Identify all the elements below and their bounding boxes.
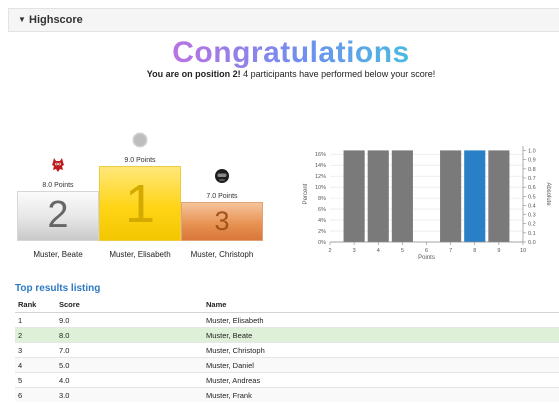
score-cell: 9.0 [56,312,203,328]
helmet-avatar-icon [215,169,229,183]
position-message-rest: 4 participants have performed below your… [240,69,436,79]
y-tick-label: 12% [315,174,326,180]
bar-your-score [464,150,486,242]
name-cell: Muster, Daniel [203,357,559,373]
score-distribution-chart: 0% 2% 4% 6% 8% 10% 12% 14% 16% 2 3 4 5 6 7 8 9 100.0 0.1 0.… [303,146,551,261]
x-tick-label: 5 [401,248,404,254]
x-tick-label: 9 [497,248,500,254]
first-place-points: 9.0 Points [124,157,156,164]
x-tick-label: 2 [328,248,331,254]
x-tick-label: 10 [520,248,526,254]
podium-rank-2: 2 [47,194,69,236]
rank-cell: 2 [15,327,56,343]
podium-second-place: 2 [17,191,99,241]
bar [367,150,389,242]
name-cell: Muster, Andreas [203,372,559,388]
y2-tick-label: 0.8 [528,167,536,173]
bar [343,150,365,242]
rank-cell: 5 [15,372,56,388]
y2-axis-title: Absolute [545,182,551,206]
position-message: You are on position 2! 4 participants ha… [0,69,559,79]
y2-tick-label: 0.0 [528,240,536,246]
y2-tick-label: 0.3 [528,213,536,219]
third-place-points: 7.0 Points [206,193,238,200]
x-tick-label: 3 [353,248,356,254]
table-row: 3 7.0 Muster, Christoph [15,342,559,358]
rank-cell: 6 [15,387,56,402]
bar [440,150,462,242]
y2-tick-label: 0.2 [528,222,536,228]
podium-rank-1: 1 [124,174,156,234]
score-cell: 3.0 [56,387,203,402]
monster-avatar-icon [52,158,64,172]
bar [488,150,510,242]
score-cell: 5.0 [56,357,203,373]
y-axis-title: Percent [303,183,309,204]
y-tick-label: 16% [315,152,326,158]
y2-tick-label: 0.4 [528,203,536,209]
y2-tick-label: 1.0 [528,149,536,155]
x-tick-label: 6 [425,248,428,254]
podium-first-place: 1 [99,166,181,241]
score-column-header: Score [56,297,203,313]
first-place-name: Muster, Elisabeth [109,250,171,259]
y-tick-label: 8% [318,196,326,202]
x-axis-title: Points [418,255,435,261]
rank-cell: 4 [15,357,56,373]
score-cell: 7.0 [56,342,203,358]
name-cell: Muster, Christoph [203,342,559,358]
table-row-current-user: 2 8.0 Muster, Beate [15,327,559,343]
name-cell: Muster, Elisabeth [203,312,559,328]
table-row: 6 3.0 Muster, Frank [15,387,559,402]
second-place-points: 8.0 Points [42,182,74,189]
congratulations-heading: Congratulations [0,36,559,70]
table-row: 4 5.0 Muster, Daniel [15,357,559,373]
x-tick-label: 8 [473,248,476,254]
third-place-name: Muster, Christoph [190,250,254,259]
name-cell: Muster, Frank [203,387,559,402]
name-column-header: Name [203,297,559,313]
table-row: 1 9.0 Muster, Elisabeth [15,312,559,328]
podium-third-place: 3 [181,202,263,241]
panel-title: Highscore [29,14,83,26]
rank-cell: 3 [15,342,56,358]
top-results-table: Rank Score Name 1 9.0 Muster, Elisabeth … [15,297,559,402]
highscore-panel-header[interactable]: ▼ Highscore [8,8,559,32]
collapse-caret-icon[interactable]: ▼ [18,15,26,24]
y-tick-label: 10% [315,185,326,191]
y2-tick-label: 0.9 [528,158,536,164]
top-results-title: Top results listing [15,283,101,294]
rank-cell: 1 [15,312,56,328]
table-header-row: Rank Score Name [15,297,559,313]
bar [391,150,413,242]
table-row: 5 4.0 Muster, Andreas [15,372,559,388]
y-tick-label: 14% [315,163,326,169]
x-tick-label: 4 [377,248,380,254]
y-tick-label: 4% [318,218,326,224]
podium-rank-3: 3 [214,206,230,236]
x-tick-label: 7 [449,248,452,254]
rank-column-header: Rank [15,297,56,313]
y2-tick-label: 0.7 [528,176,536,182]
y2-tick-label: 0.5 [528,194,536,200]
position-message-bold: You are on position 2! [146,69,241,79]
name-cell: Muster, Beate [203,327,559,343]
y-tick-label: 6% [318,207,326,213]
y2-tick-label: 0.6 [528,185,536,191]
second-place-name: Muster, Beate [33,250,83,259]
default-avatar-icon [132,132,148,148]
y-tick-label: 0% [318,240,326,246]
y-tick-label: 2% [318,229,326,235]
y2-tick-label: 0.1 [528,231,536,237]
score-cell: 8.0 [56,327,203,343]
score-cell: 4.0 [56,372,203,388]
